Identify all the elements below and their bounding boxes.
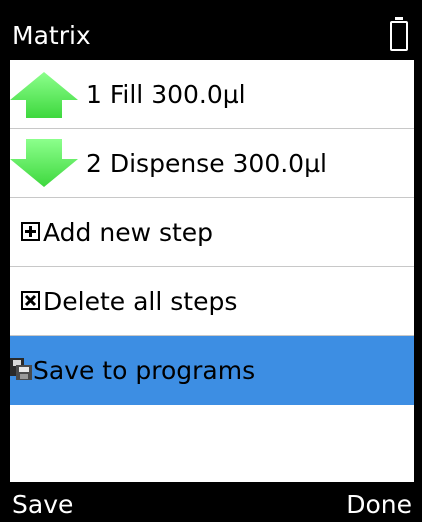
done-softkey[interactable]: Done — [346, 490, 412, 520]
battery-icon — [390, 17, 408, 51]
step-row-fill[interactable]: 1 Fill 300.0µl — [10, 60, 414, 129]
step-list: 1 Fill 300.0µl 2 Dispense 300.0µl Add ne… — [10, 60, 414, 405]
softkey-bar: Save Done — [10, 482, 414, 522]
step-label: 1 Fill 300.0µl — [86, 80, 246, 109]
save-icon — [10, 358, 32, 380]
page-title: Matrix — [12, 21, 91, 50]
delete-steps-label: Delete all steps — [43, 287, 238, 316]
save-to-programs-button[interactable]: Save to programs — [10, 336, 414, 405]
add-step-button[interactable]: Add new step — [10, 198, 414, 267]
save-softkey[interactable]: Save — [12, 490, 73, 520]
save-to-programs-label: Save to programs — [33, 356, 256, 385]
step-label: 2 Dispense 300.0µl — [86, 149, 327, 178]
arrow-down-icon — [10, 139, 78, 187]
delete-steps-button[interactable]: Delete all steps — [10, 267, 414, 336]
close-icon — [21, 291, 40, 310]
step-row-dispense[interactable]: 2 Dispense 300.0µl — [10, 129, 414, 198]
device-screen: Matrix 1 Fill 300.0µl 2 Dispense 300.0µl… — [10, 14, 414, 522]
plus-icon — [21, 222, 40, 241]
arrow-up-icon — [10, 72, 78, 118]
add-step-label: Add new step — [43, 218, 214, 247]
title-bar: Matrix — [10, 14, 414, 60]
